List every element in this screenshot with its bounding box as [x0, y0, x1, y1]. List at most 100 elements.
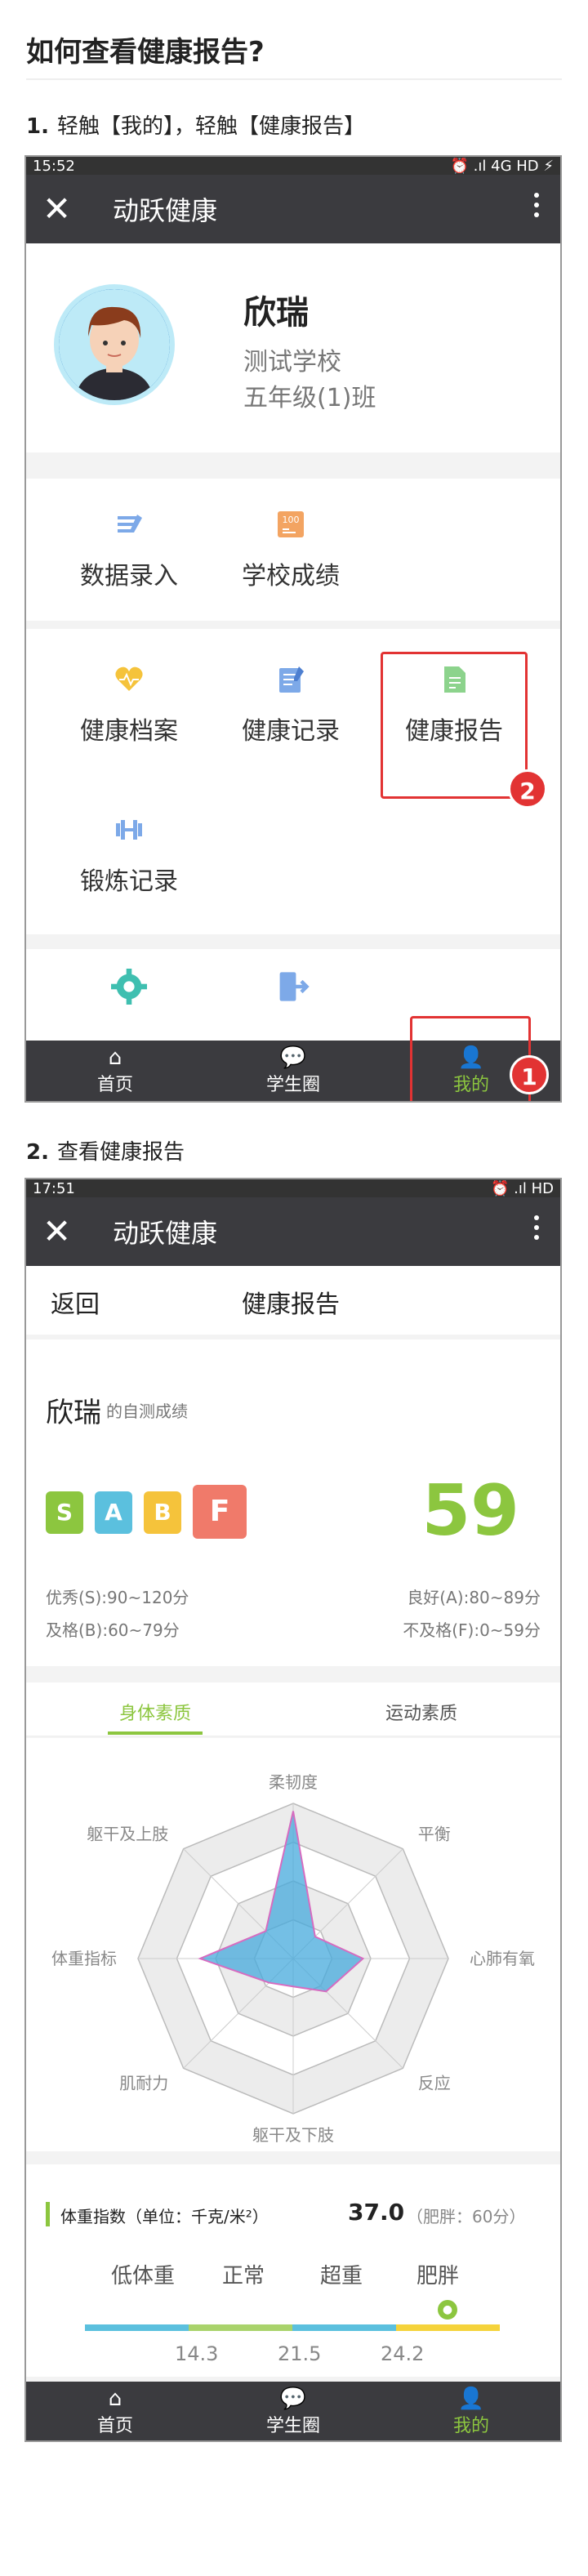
app-bar: ✕ 动跃健康 — [26, 1197, 560, 1266]
nav-circle[interactable]: 💬 学生圈 — [204, 1041, 382, 1101]
menu-item-school-score[interactable]: 100 学校成绩 — [217, 508, 364, 591]
status-bar: 15:52 ⏰ .ıl 4G HD ⚡ — [26, 157, 560, 175]
data-entry-icon — [118, 515, 142, 533]
bmi-accent-bar — [46, 2202, 50, 2226]
menu-item-data-entry[interactable]: 数据录入 — [56, 508, 203, 591]
menu-item-health-record[interactable]: 健康记录 — [217, 663, 364, 747]
status-icons: ⏰ .ıl 4G HD ⚡ — [450, 157, 554, 175]
bmi-card: 体重指数（单位：千克/米²） 37.0 （肥胖：60分） 低体重 正常 超重 肥… — [26, 2164, 560, 2377]
menu-label: 数据录入 — [80, 562, 178, 591]
close-icon[interactable]: ✕ — [42, 192, 91, 226]
radar-label: 反应 — [418, 2074, 451, 2093]
nav-label: 首页 — [96, 1075, 133, 1095]
profile-school: 测试学校 — [243, 348, 341, 377]
menu-item-health-file[interactable]: 健康档案 — [56, 663, 203, 747]
radar-label: 心肺有氧 — [470, 1949, 535, 1968]
nav-mine[interactable]: 👤 我的 — [382, 2382, 560, 2440]
student-name: 欣瑞 — [46, 1397, 101, 1429]
school-score-icon: 100 — [278, 511, 304, 537]
nav-home[interactable]: ⌂ 首页 — [26, 2382, 204, 2440]
report-header: 返回 健康报告 — [26, 1266, 560, 1335]
tab-active-indicator — [108, 1731, 203, 1735]
step2-title: 2. 查看健康报告 — [26, 1135, 185, 1165]
radar-label: 躯干及下肢 — [252, 2125, 334, 2145]
menu-label: 锻炼记录 — [80, 867, 178, 896]
radar-label: 体重指标 — [51, 1949, 117, 1968]
home-icon: ⌂ — [108, 2387, 122, 2411]
home-icon: ⌂ — [108, 1045, 122, 1070]
status-time: 17:51 — [33, 1179, 75, 1197]
status-bar: 17:51 ⏰ .ıl HD — [26, 1179, 560, 1197]
report-title: 健康报告 — [242, 1290, 340, 1319]
status-time: 15:52 — [33, 157, 75, 175]
nav-label: 学生圈 — [265, 2416, 320, 2436]
user-icon: 👤 — [457, 2387, 485, 2411]
radar-label: 肌耐力 — [119, 2074, 168, 2093]
nav-label: 学生圈 — [265, 1075, 320, 1095]
range-f: 不及格(F):0~59分 — [403, 1620, 541, 1640]
bmi-value: 37.0 — [348, 2199, 405, 2226]
bmi-bar-normal — [189, 2324, 292, 2331]
bmi-threshold-3: 24.2 — [381, 2342, 425, 2365]
bmi-cat-obese: 肥胖 — [416, 2264, 460, 2289]
tab-sport[interactable]: 运动素质 — [385, 1699, 457, 1725]
menu-label: 学校成绩 — [242, 562, 340, 591]
badge-step-2: 2 — [508, 769, 547, 809]
range-a: 良好(A):80~89分 — [407, 1588, 541, 1607]
more-icon[interactable] — [534, 1215, 539, 1240]
score-card: 欣瑞 的自测成绩 S A B F 59 优秀(S):90~120分 良好(A):… — [26, 1339, 560, 1666]
close-icon[interactable]: ✕ — [42, 1214, 91, 1249]
menu-label: 健康记录 — [242, 717, 340, 746]
radar-card: 柔韧度平衡心肺有氧反应躯干及下肢 肌耐力 体重指标 躯干及上肢 — [26, 1738, 560, 2151]
bmi-bar — [85, 2324, 500, 2331]
svg-text:100: 100 — [283, 515, 300, 525]
back-button[interactable]: 返回 — [51, 1284, 100, 1320]
profile-card: 欣瑞 测试学校 五年级(1)班 — [26, 243, 560, 452]
radar-label: 平衡 — [418, 1824, 451, 1843]
tab-physical[interactable]: 身体素质 — [119, 1699, 191, 1725]
menu-card-1: 数据录入 100 学校成绩 — [26, 479, 560, 621]
bmi-bar-obese — [396, 2324, 500, 2331]
range-s: 优秀(S):90~120分 — [46, 1588, 189, 1607]
health-file-icon — [115, 666, 143, 691]
highlight-mine — [410, 1016, 531, 1101]
app-bar: ✕ 动跃健康 — [26, 175, 560, 243]
highlight-health-report — [381, 652, 528, 799]
bmi-bar-overweight — [292, 2324, 396, 2331]
grade-b: B — [144, 1491, 181, 1534]
radar-label: 躯干及上肢 — [87, 1824, 168, 1843]
exercise-record-icon — [116, 820, 142, 840]
profile-class: 五年级(1)班 — [243, 384, 376, 412]
radar-chart: 柔韧度平衡心肺有氧反应躯干及下肢 肌耐力 体重指标 躯干及上肢 — [51, 1772, 535, 2145]
range-b: 及格(B):60~79分 — [46, 1620, 180, 1640]
status-icons: ⏰ .ıl HD — [491, 1179, 554, 1197]
step2-text: 查看健康报告 — [56, 1140, 185, 1165]
step1-number: 1. — [26, 114, 49, 139]
logout-icon[interactable] — [274, 969, 310, 1005]
menu-label: 健康档案 — [80, 717, 178, 746]
grade-f: F — [193, 1485, 247, 1539]
student-subtitle: 的自测成绩 — [106, 1402, 188, 1421]
bmi-note: （肥胖：60分） — [407, 2207, 526, 2226]
bmi-threshold-1: 14.3 — [175, 2342, 219, 2365]
settings-icon[interactable] — [111, 969, 147, 1005]
nav-home[interactable]: ⌂ 首页 — [26, 1041, 204, 1101]
radar-label: 柔韧度 — [269, 1772, 318, 1792]
badge-step-1: 1 — [510, 1055, 549, 1094]
chat-icon: 💬 — [279, 2387, 307, 2411]
category-tabs: 身体素质 运动素质 — [26, 1682, 560, 1736]
bmi-bar-underweight — [85, 2324, 189, 2331]
bmi-cat-normal: 正常 — [222, 2264, 265, 2289]
nav-circle[interactable]: 💬 学生圈 — [204, 2382, 382, 2440]
menu-item-exercise-record[interactable]: 锻炼记录 — [56, 813, 203, 897]
bottom-nav: ⌂ 首页 💬 学生圈 👤 我的 — [26, 2382, 560, 2440]
grade-a: A — [95, 1491, 132, 1534]
app-title: 动跃健康 — [113, 1218, 218, 1249]
phone1-screen: 15:52 ⏰ .ıl 4G HD ⚡ ✕ 动跃健康 欣瑞 测试学校 五年级(1… — [24, 155, 562, 1103]
bmi-cat-overweight: 超重 — [320, 2264, 363, 2289]
page-title: 如何查看健康报告? — [26, 36, 265, 69]
nav-label: 我的 — [452, 2416, 489, 2436]
total-score: 59 — [421, 1470, 519, 1552]
nav-label: 首页 — [96, 2416, 133, 2436]
more-icon[interactable] — [534, 193, 539, 217]
